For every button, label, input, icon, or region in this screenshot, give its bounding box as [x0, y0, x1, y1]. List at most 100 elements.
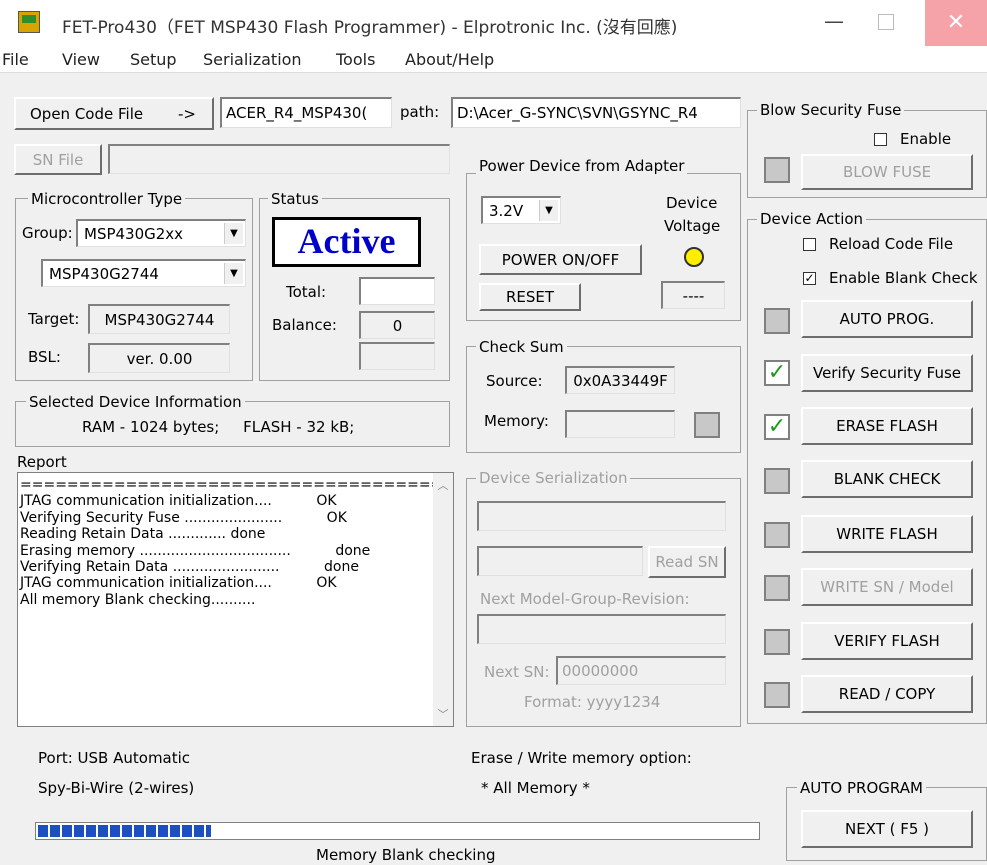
- blow-fuse-button[interactable]: BLOW FUSE: [801, 154, 973, 190]
- next-sn-field: 00000000: [556, 656, 726, 685]
- verify-flash-status-indicator: [764, 629, 790, 655]
- maximize-button[interactable]: [878, 14, 894, 30]
- window-title: FET-Pro430（FET MSP430 Flash Programmer) …: [62, 18, 678, 38]
- blow-fuse-title: Blow Security Fuse: [757, 101, 905, 119]
- close-button[interactable]: ✕: [925, 0, 987, 46]
- device-select[interactable]: MSP430G2744 ▼: [41, 259, 246, 287]
- sn-file-field[interactable]: [108, 144, 450, 174]
- group-label: Group:: [22, 224, 73, 242]
- microcontroller-title: Microcontroller Type: [28, 190, 186, 208]
- enable-blank-check-checkbox[interactable]: ✓: [803, 272, 816, 285]
- menu-setup[interactable]: Setup: [130, 50, 177, 69]
- menu-bar: File View Setup Serialization Tools Abou…: [0, 46, 987, 73]
- read-sn-button[interactable]: Read SN: [648, 546, 726, 578]
- blank-check-button[interactable]: BLANK CHECK: [801, 460, 973, 498]
- write-sn-model-button[interactable]: WRITE SN / Model: [801, 568, 973, 606]
- device-action-title: Device Action: [757, 210, 867, 228]
- auto-prog-button[interactable]: AUTO PROG.: [801, 300, 973, 338]
- report-line: All memory Blank checking..........: [20, 591, 256, 608]
- code-file-path-field[interactable]: D:\Acer_G-SYNC\SVN\GSYNC_R4: [451, 97, 741, 128]
- group-select[interactable]: MSP430G2xx ▼: [76, 219, 246, 247]
- read-copy-button[interactable]: READ / COPY: [801, 675, 973, 713]
- source-checksum-field: 0x0A33449F: [565, 366, 675, 394]
- status-active-indicator: Active: [272, 217, 421, 267]
- bsl-label: BSL:: [28, 348, 61, 366]
- balance-field: 0: [359, 311, 435, 339]
- next-button[interactable]: NEXT ( F5 ): [801, 810, 973, 848]
- total-field: [359, 277, 435, 305]
- open-code-file-button[interactable]: Open Code File ->: [14, 97, 214, 130]
- memory-label: Memory:: [484, 412, 549, 430]
- reset-button[interactable]: RESET: [479, 283, 581, 311]
- enable-blank-check-label: Enable Blank Check: [829, 269, 978, 287]
- verify-fuse-status-indicator: ✓: [764, 360, 790, 386]
- report-line: JTAG communication initialization.... OK: [20, 493, 337, 510]
- verify-flash-button[interactable]: VERIFY FLASH: [801, 622, 973, 660]
- blow-fuse-enable-label: Enable: [900, 130, 952, 148]
- voltage-select-value: 3.2V: [489, 202, 524, 220]
- port-label: Port: USB Automatic: [38, 749, 191, 767]
- report-line: Verifying Retain Data ..................…: [20, 559, 359, 576]
- memory-checksum-field: [565, 410, 675, 438]
- reload-code-file-checkbox[interactable]: [803, 238, 816, 251]
- balance-label: Balance:: [272, 316, 337, 334]
- report-line: Reading Retain Data ............. done: [20, 526, 266, 543]
- selected-device-info: RAM - 1024 bytes; FLASH - 32 kB;: [82, 418, 355, 436]
- bsl-field: ver. 0.00: [88, 343, 230, 373]
- voltage-select[interactable]: 3.2V ▼: [481, 196, 561, 224]
- device-voltage-label-1: Device: [666, 194, 718, 212]
- erase-flash-button[interactable]: ERASE FLASH: [801, 407, 973, 445]
- auto-program-title: AUTO PROGRAM: [797, 779, 926, 797]
- report-line: Erasing memory .........................…: [20, 542, 371, 559]
- chevron-down-icon[interactable]: ▼: [224, 223, 243, 244]
- chevron-down-icon[interactable]: ▼: [539, 200, 558, 221]
- menu-about-help[interactable]: About/Help: [405, 50, 494, 69]
- app-window: FET-Pro430（FET MSP430 Flash Programmer) …: [0, 0, 987, 865]
- group-select-value: MSP430G2xx: [84, 225, 184, 243]
- device-voltage-label-2: Voltage: [664, 217, 721, 235]
- source-label: Source:: [486, 372, 543, 390]
- erase-option-value: * All Memory *: [481, 779, 590, 797]
- menu-tools[interactable]: Tools: [336, 50, 375, 69]
- device-select-value: MSP430G2744: [49, 265, 159, 283]
- report-line: Verifying Security Fuse ................…: [20, 509, 347, 526]
- report-scrollbar[interactable]: ︿ ﹀: [433, 473, 453, 726]
- report-lines: ===================================== JTA…: [20, 477, 454, 608]
- report-log[interactable]: ===================================== JTA…: [17, 472, 454, 727]
- chevron-down-icon[interactable]: ▼: [224, 263, 243, 284]
- status-extra-field: [359, 342, 435, 370]
- auto-prog-status-indicator: [764, 308, 790, 334]
- selected-device-title: Selected Device Information: [26, 393, 245, 411]
- voltage-indicator-led: [684, 247, 704, 267]
- report-title: Report: [17, 453, 67, 471]
- status-title: Status: [268, 190, 322, 208]
- menu-serialization[interactable]: Serialization: [203, 50, 302, 69]
- erase-option-label: Erase / Write memory option:: [471, 749, 692, 767]
- blow-fuse-enable-checkbox[interactable]: [874, 133, 887, 146]
- scroll-down-icon[interactable]: ﹀: [433, 706, 453, 722]
- verify-security-fuse-button[interactable]: Verify Security Fuse: [801, 354, 973, 392]
- next-sn-label: Next SN:: [484, 663, 550, 681]
- total-label: Total:: [286, 283, 327, 301]
- format-label: Format: yyyy1234: [524, 693, 661, 711]
- serialization-field-2: [477, 546, 643, 576]
- power-on-off-button[interactable]: POWER ON/OFF: [479, 244, 642, 275]
- scroll-up-icon[interactable]: ︿: [433, 477, 453, 493]
- minimize-button[interactable]: —: [818, 10, 850, 36]
- app-icon: [18, 11, 40, 33]
- progress-bar: [35, 822, 760, 840]
- menu-view[interactable]: View: [62, 50, 100, 69]
- blow-fuse-status-indicator: [764, 157, 790, 183]
- erase-flash-status-indicator: ✓: [764, 414, 790, 440]
- write-sn-status-indicator: [764, 575, 790, 601]
- checksum-status-indicator: [694, 412, 720, 438]
- voltage-readout: ----: [661, 281, 725, 309]
- power-title: Power Device from Adapter: [476, 157, 688, 175]
- code-file-name-field[interactable]: ACER_R4_MSP430(: [220, 97, 392, 128]
- menu-file[interactable]: File: [2, 50, 29, 69]
- title-bar: FET-Pro430（FET MSP430 Flash Programmer) …: [0, 0, 987, 46]
- sn-file-button[interactable]: SN File: [14, 144, 102, 175]
- write-flash-button[interactable]: WRITE FLASH: [801, 515, 973, 553]
- write-flash-status-indicator: [764, 522, 790, 548]
- serialization-title: Device Serialization: [476, 469, 631, 487]
